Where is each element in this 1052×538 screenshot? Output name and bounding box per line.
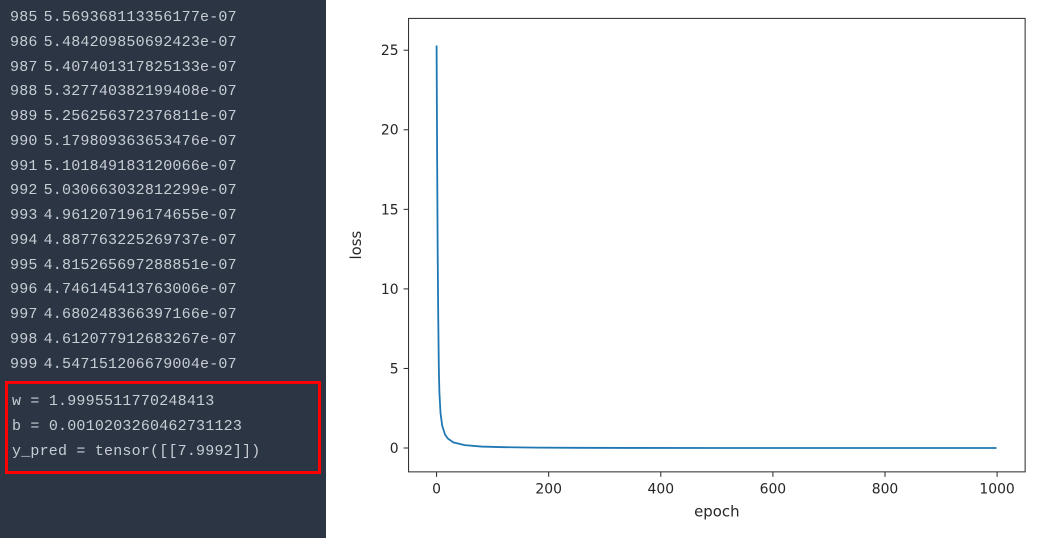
loss-curve [437, 45, 997, 448]
log-line: 987 5.407401317825133e-07 [10, 56, 326, 81]
log-loss-value: 4.815265697288851e-07 [44, 257, 237, 274]
x-axis-label: epoch [694, 503, 739, 521]
log-line: 998 4.612077912683267e-07 [10, 328, 326, 353]
log-loss-value: 4.612077912683267e-07 [44, 331, 237, 348]
ypred-line: y_pred = tensor([[7.9992]]) [12, 440, 313, 465]
log-epoch: 986 [10, 31, 38, 56]
log-loss-value: 5.484209850692423e-07 [44, 34, 237, 51]
log-line: 992 5.030663032812299e-07 [10, 179, 326, 204]
chart-svg: 0 200 400 600 800 1000 0 5 10 15 20 25 epoch loss [331, 5, 1047, 533]
log-epoch: 985 [10, 6, 38, 31]
x-tick-label: 0 [432, 482, 441, 498]
w-line: w = 1.9995511770248413 [12, 390, 313, 415]
log-epoch: 996 [10, 278, 38, 303]
loss-chart: 0 200 400 600 800 1000 0 5 10 15 20 25 epoch loss [331, 5, 1047, 533]
y-tick-label: 25 [381, 43, 399, 59]
ypred-value: tensor([[7.9992]]) [95, 443, 261, 460]
x-tick-label: 400 [648, 482, 675, 498]
log-loss-value: 5.256256372376811e-07 [44, 108, 237, 125]
log-loss-value: 5.179809363653476e-07 [44, 133, 237, 150]
chart-panel: 0 200 400 600 800 1000 0 5 10 15 20 25 epoch loss [326, 0, 1052, 538]
w-value: 1.9995511770248413 [49, 393, 215, 410]
log-line: 999 4.547151206679004e-07 [10, 353, 326, 378]
x-tick-label: 1000 [979, 482, 1014, 498]
w-label: w = [12, 393, 49, 410]
log-epoch: 995 [10, 254, 38, 279]
log-epoch: 991 [10, 155, 38, 180]
log-line: 989 5.256256372376811e-07 [10, 105, 326, 130]
console-output-panel: 985 5.569368113356177e-07 986 5.48420985069… [0, 0, 326, 538]
log-line: 986 5.484209850692423e-07 [10, 31, 326, 56]
b-label: b = [12, 418, 49, 435]
log-loss-value: 4.680248366397166e-07 [44, 306, 237, 323]
b-line: b = 0.0010203260462731123 [12, 415, 313, 440]
log-epoch: 994 [10, 229, 38, 254]
log-loss-value: 5.569368113356177e-07 [44, 9, 237, 26]
x-tick-label: 800 [872, 482, 899, 498]
log-line: 990 5.179809363653476e-07 [10, 130, 326, 155]
log-loss-value: 5.327740382199408e-07 [44, 83, 237, 100]
y-tick-label: 20 [381, 123, 399, 139]
log-epoch: 989 [10, 105, 38, 130]
log-epoch: 987 [10, 56, 38, 81]
b-value: 0.0010203260462731123 [49, 418, 242, 435]
log-epoch: 998 [10, 328, 38, 353]
log-line: 985 5.569368113356177e-07 [10, 6, 326, 31]
log-line: 993 4.961207196174655e-07 [10, 204, 326, 229]
log-loss-value: 5.407401317825133e-07 [44, 59, 237, 76]
log-loss-value: 4.547151206679004e-07 [44, 356, 237, 373]
y-axis-label: loss [347, 231, 365, 260]
log-loss-value: 4.887763225269737e-07 [44, 232, 237, 249]
y-tick-label: 5 [390, 361, 399, 377]
log-epoch: 992 [10, 179, 38, 204]
log-loss-value: 4.746145413763006e-07 [44, 281, 237, 298]
y-tick-label: 15 [381, 202, 399, 218]
y-tick-label: 0 [390, 441, 399, 457]
log-loss-value: 4.961207196174655e-07 [44, 207, 237, 224]
ypred-label: y_pred = [12, 443, 95, 460]
log-loss-value: 5.101849183120066e-07 [44, 158, 237, 175]
x-tick-label: 600 [760, 482, 787, 498]
y-tick-label: 10 [381, 282, 399, 298]
log-line: 997 4.680248366397166e-07 [10, 303, 326, 328]
log-line: 996 4.746145413763006e-07 [10, 278, 326, 303]
x-tick-label: 200 [535, 482, 562, 498]
training-log: 985 5.569368113356177e-07 986 5.48420985069… [0, 0, 326, 377]
log-epoch: 988 [10, 80, 38, 105]
log-epoch: 990 [10, 130, 38, 155]
log-epoch: 997 [10, 303, 38, 328]
summary-box: w = 1.9995511770248413 b = 0.00102032604… [5, 381, 321, 473]
log-line: 988 5.327740382199408e-07 [10, 80, 326, 105]
log-line: 995 4.815265697288851e-07 [10, 254, 326, 279]
log-line: 991 5.101849183120066e-07 [10, 155, 326, 180]
log-epoch: 999 [10, 353, 38, 378]
log-line: 994 4.887763225269737e-07 [10, 229, 326, 254]
log-loss-value: 5.030663032812299e-07 [44, 182, 237, 199]
log-epoch: 993 [10, 204, 38, 229]
plot-border [409, 18, 1026, 471]
